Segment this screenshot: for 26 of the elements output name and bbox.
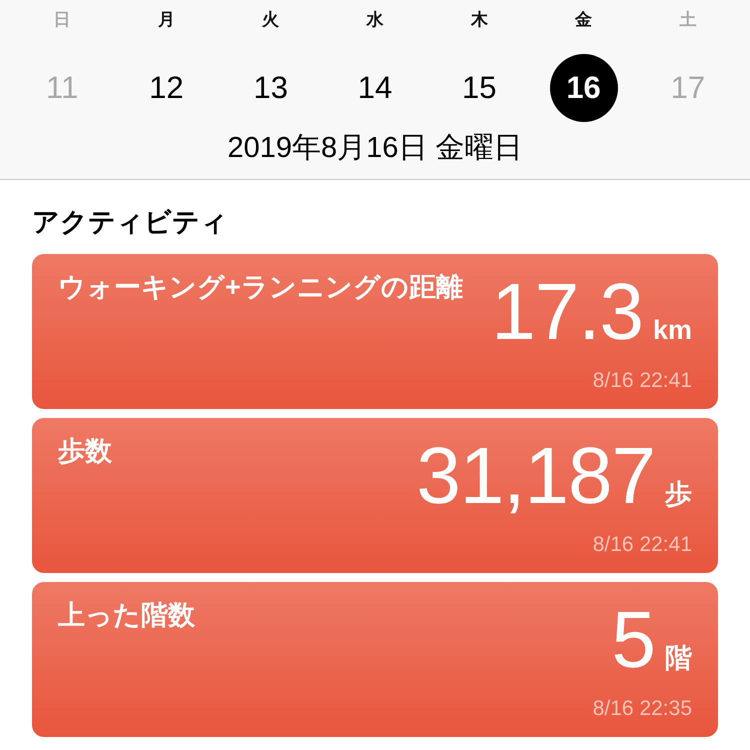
date-label: 2019年8月16日 金曜日 [228,131,522,166]
day-button[interactable]: 13 [236,54,305,122]
card-timestamp: 8/16 22:41 [592,533,692,557]
card-title: 上った階数 [58,599,195,632]
card-unit: 歩 [665,478,692,511]
card-value: 17.3 [491,272,643,352]
day-button[interactable]: 15 [445,54,514,122]
weekday-label: 金 [575,9,592,31]
card-title: 歩数 [58,435,112,468]
card-value: 5 [612,600,655,680]
weekday-label: 日 [54,9,71,31]
day-button[interactable]: 14 [340,54,409,122]
card-unit: km [652,315,692,346]
card-timestamp: 8/16 22:41 [592,369,692,393]
weekday-label: 火 [262,9,280,31]
weekday-label: 木 [470,9,488,31]
card-value: 31,187 [416,436,655,516]
card-timestamp: 8/16 22:35 [592,697,692,721]
day-button[interactable]: 12 [132,54,200,122]
weekday-label: 土 [679,9,696,31]
weekday-label: 月 [158,9,175,31]
day-button[interactable]: 16 [550,54,618,122]
weekday-label: 水 [366,9,384,31]
card-title: ウォーキング+ランニングの距離 [58,271,463,304]
section-title: アクティビティ [32,206,229,239]
card-unit: 階 [665,642,692,675]
